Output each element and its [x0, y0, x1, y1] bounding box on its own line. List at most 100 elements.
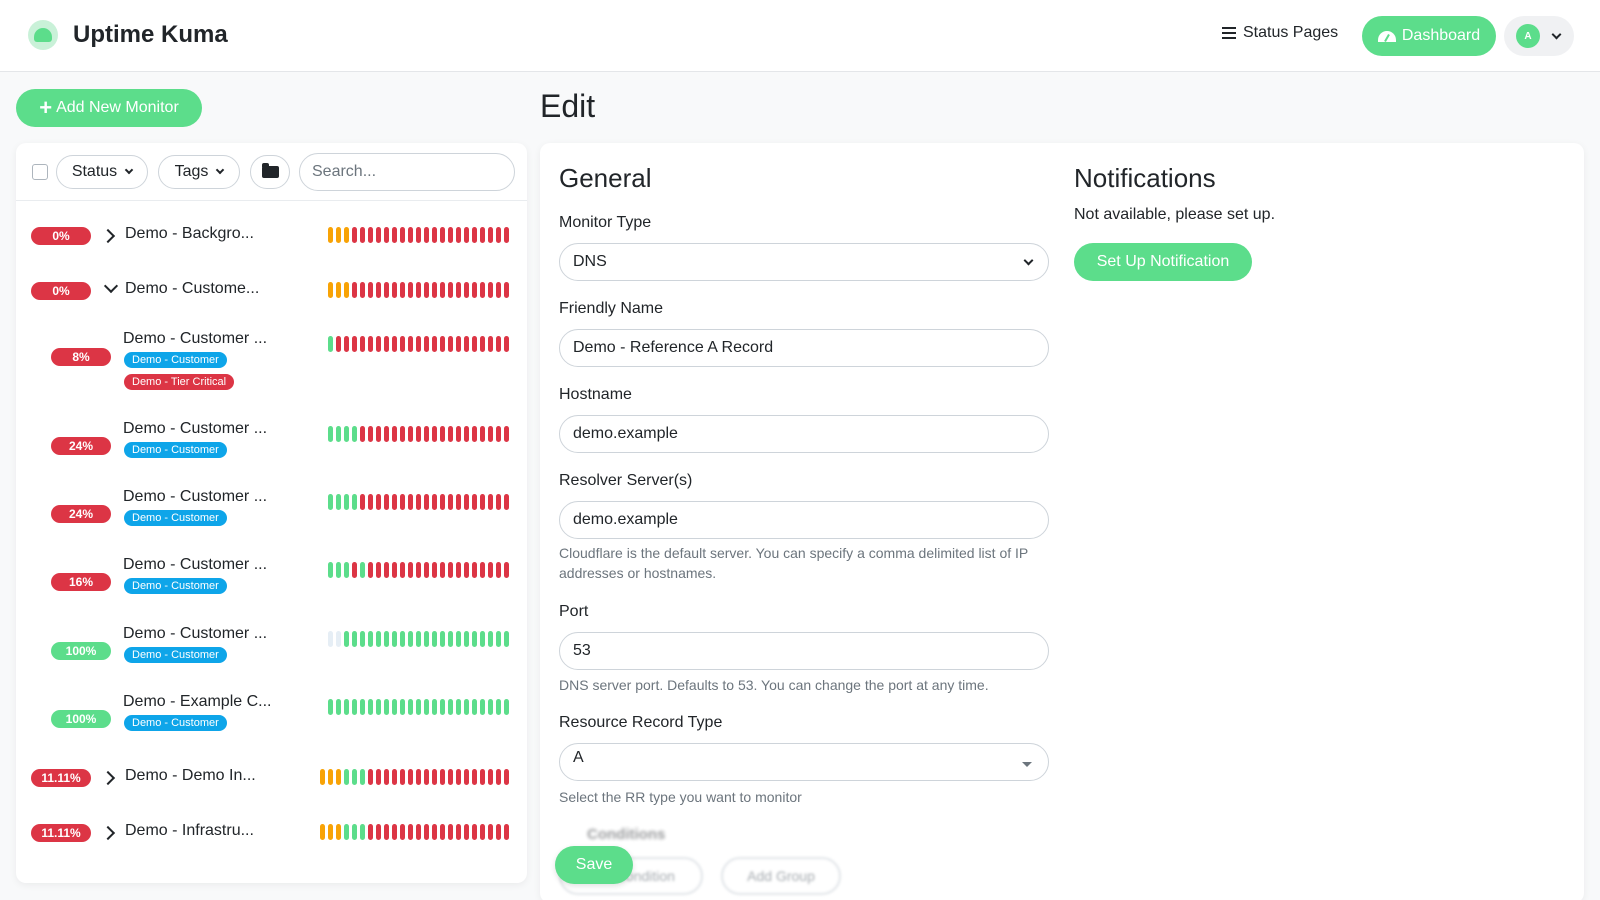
status-filter-button[interactable]: Status — [56, 155, 148, 189]
notifications-heading: Notifications — [1074, 163, 1216, 193]
monitor-row[interactable]: 11.11% Demo - Infrastru... — [16, 805, 527, 860]
port-value: 53 — [573, 642, 591, 659]
heartbeat-beat — [384, 282, 389, 298]
port-input[interactable]: 53 — [559, 632, 1049, 670]
chevron-right-icon[interactable] — [100, 825, 116, 841]
heartbeat-beat — [424, 631, 429, 647]
uptime-badge: 16% — [51, 573, 111, 591]
monitor-tag: Demo - Customer — [124, 715, 227, 731]
heartbeat-beat — [472, 282, 477, 298]
tags-filter-button[interactable]: Tags — [158, 155, 240, 189]
heartbeat-beat — [344, 562, 349, 578]
chevron-down-icon — [1551, 29, 1562, 39]
monitor-row[interactable]: 16% Demo - Customer ... Demo - Customer — [16, 544, 527, 613]
heartbeat-beat — [432, 562, 437, 578]
dashboard-label: Dashboard — [1401, 27, 1481, 44]
heartbeat-beat — [448, 562, 453, 578]
select-all-checkbox[interactable] — [32, 164, 48, 180]
friendly-name-input[interactable]: Demo - Reference A Record — [559, 329, 1049, 367]
heartbeat-beat — [328, 562, 333, 578]
heartbeat-beat — [392, 631, 397, 647]
heartbeat-beat — [368, 824, 373, 840]
monitor-row[interactable]: 11.11% Demo - Demo In... — [16, 750, 527, 805]
heartbeat-beat — [368, 227, 373, 243]
heartbeat-beat — [376, 562, 381, 578]
heartbeat-beat — [336, 769, 341, 785]
resolver-input[interactable]: demo.example — [559, 501, 1049, 539]
heartbeat-beat — [448, 426, 453, 442]
uptime-badge: 100% — [51, 642, 111, 660]
monitor-row[interactable]: 100% Demo - Example C... Demo - Customer — [16, 681, 527, 750]
heartbeat-beat — [488, 227, 493, 243]
heartbeat-beat — [336, 336, 341, 352]
heartbeat-beat — [400, 769, 405, 785]
heartbeat-beat — [432, 769, 437, 785]
monitor-row[interactable]: 8% Demo - Customer ... Demo - Customer Demo… — [16, 318, 527, 408]
general-heading: General — [559, 163, 652, 193]
heartbeat-beat — [432, 336, 437, 352]
heartbeat-bar — [328, 494, 509, 510]
uptime-badge: 24% — [51, 437, 111, 455]
monitor-type-select[interactable]: DNS — [559, 243, 1049, 281]
heartbeat-beat — [472, 494, 477, 510]
monitor-row[interactable]: 24% Demo - Customer ... Demo - Customer — [16, 476, 527, 544]
heartbeat-beat — [352, 494, 357, 510]
heartbeat-beat — [352, 631, 357, 647]
avatar: A — [1516, 24, 1540, 48]
monitor-tag: Demo - Tier Critical — [124, 374, 235, 390]
heartbeat-beat — [376, 631, 381, 647]
heartbeat-beat — [416, 282, 421, 298]
heartbeat-beat — [408, 699, 413, 715]
brand[interactable]: Uptime Kuma — [28, 20, 228, 50]
add-new-monitor-button[interactable]: + Add New Monitor — [16, 89, 202, 127]
heartbeat-beat — [384, 336, 389, 352]
add-group-button[interactable]: Add Group — [721, 857, 841, 895]
chevron-right-icon[interactable] — [100, 770, 116, 786]
heartbeat-bar — [328, 562, 509, 578]
heartbeat-beat — [352, 769, 357, 785]
monitor-row[interactable]: 0% Demo - Backgro... — [16, 208, 527, 263]
heartbeat-beat — [416, 824, 421, 840]
heartbeat-beat — [424, 227, 429, 243]
heartbeat-beat — [376, 282, 381, 298]
heartbeat-beat — [440, 769, 445, 785]
heartbeat-beat — [384, 699, 389, 715]
heartbeat-beat — [416, 426, 421, 442]
status-filter-label: Status — [71, 163, 118, 180]
heartbeat-beat — [360, 631, 365, 647]
heartbeat-beat — [456, 494, 461, 510]
dashboard-button[interactable]: Dashboard — [1362, 16, 1496, 56]
heartbeat-beat — [424, 336, 429, 352]
status-pages-label: Status Pages — [1243, 24, 1339, 41]
heartbeat-beat — [336, 631, 341, 647]
monitor-row[interactable]: 100% Demo - Customer ... Demo - Customer — [16, 613, 527, 681]
monitor-name: Demo - Custome... — [125, 280, 260, 297]
heartbeat-beat — [400, 699, 405, 715]
heartbeat-beat — [456, 227, 461, 243]
status-pages-link[interactable]: Status Pages — [1222, 24, 1338, 42]
search-input[interactable] — [299, 153, 515, 191]
save-button[interactable]: Save — [555, 846, 633, 884]
heartbeat-beat — [440, 336, 445, 352]
heartbeat-beat — [424, 426, 429, 442]
profile-menu[interactable]: A — [1504, 16, 1574, 56]
chevron-right-icon[interactable] — [100, 228, 116, 244]
heartbeat-beat — [448, 227, 453, 243]
heartbeat-beat — [328, 631, 333, 647]
uptime-badge: 100% — [51, 710, 111, 728]
hostname-value: demo.example — [573, 425, 678, 442]
set-up-notification-button[interactable]: Set Up Notification — [1074, 243, 1252, 281]
rr-type-select[interactable]: A — [559, 743, 1049, 781]
folder-open-icon — [261, 163, 279, 178]
heartbeat-beat — [328, 494, 333, 510]
heartbeat-beat — [400, 494, 405, 510]
heartbeat-beat — [376, 494, 381, 510]
heartbeat-beat — [336, 824, 341, 840]
monitor-row[interactable]: 24% Demo - Customer ... Demo - Customer — [16, 408, 527, 476]
heartbeat-beat — [496, 282, 501, 298]
chevron-down-icon[interactable] — [103, 278, 119, 294]
folder-filter-button[interactable] — [250, 155, 290, 189]
heartbeat-beat — [392, 426, 397, 442]
hostname-input[interactable]: demo.example — [559, 415, 1049, 453]
monitor-row[interactable]: 0% Demo - Custome... — [16, 263, 527, 318]
